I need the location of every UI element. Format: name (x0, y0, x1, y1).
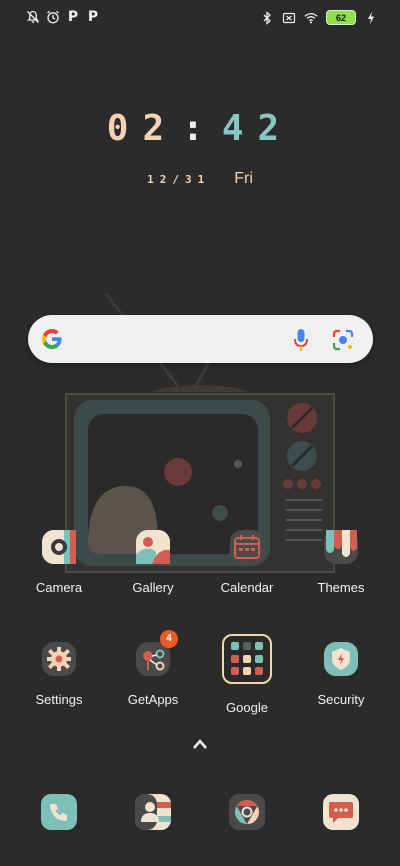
chrome-icon (229, 794, 265, 830)
settings-gear-icon (42, 642, 76, 676)
app-label-gallery: Gallery (132, 580, 174, 595)
app-label-camera: Camera (35, 580, 83, 595)
microphone-icon[interactable] (293, 328, 309, 352)
app-folder-google[interactable]: Google (202, 634, 292, 715)
google-folder-icon (222, 634, 272, 684)
dock-app-contacts[interactable] (108, 794, 198, 830)
app-settings[interactable]: Settings (14, 642, 104, 707)
notifications-off-icon (26, 10, 40, 24)
app-label-themes: Themes (317, 580, 365, 595)
google-logo-icon (42, 329, 62, 349)
app-label-security: Security (317, 692, 365, 707)
clock-widget[interactable]: 02 : 42 12/31 Fri (0, 108, 400, 187)
app-camera[interactable]: Camera (14, 530, 104, 595)
clock-hours: 02 (106, 108, 179, 149)
messages-icon (323, 794, 359, 830)
p-app-icon: P (67, 9, 79, 25)
dock-app-messages[interactable] (296, 794, 386, 830)
dock-app-chrome[interactable] (202, 794, 292, 830)
alarm-icon (46, 10, 60, 24)
app-calendar[interactable]: Calendar (202, 530, 292, 595)
sim-off-icon (282, 11, 296, 25)
app-label-google: Google (226, 700, 268, 715)
app-security[interactable]: Security (296, 642, 386, 707)
app-themes[interactable]: Themes (296, 530, 386, 595)
calendar-icon (230, 530, 264, 564)
status-bar: P P 62 (0, 0, 400, 36)
getapps-icon: 4 (136, 630, 178, 676)
clock-date: 12/31 (147, 173, 211, 186)
security-shield-icon (324, 642, 358, 676)
clock-time: 02 : 42 (0, 108, 400, 149)
contacts-icon (135, 794, 171, 830)
battery-indicator: 62 (326, 10, 356, 25)
google-search-bar[interactable] (28, 315, 373, 363)
clock-separator: : (182, 108, 218, 149)
p-app-icon: P (87, 9, 99, 25)
google-lens-icon[interactable] (331, 328, 355, 352)
camera-icon (42, 530, 76, 564)
themes-icon (324, 530, 358, 564)
bluetooth-icon (260, 10, 274, 25)
charging-icon (364, 11, 378, 25)
status-bar-right: 62 (260, 10, 378, 25)
app-label-getapps: GetApps (127, 692, 179, 707)
dock-app-phone[interactable] (14, 794, 104, 830)
clock-weekday: Fri (234, 170, 253, 187)
app-drawer-chevron-up-icon[interactable] (192, 738, 208, 750)
clock-minutes: 42 (221, 108, 294, 149)
phone-icon (41, 794, 77, 830)
app-label-settings: Settings (35, 692, 83, 707)
app-gallery[interactable]: Gallery (108, 530, 198, 595)
gallery-icon (136, 530, 170, 564)
notification-badge: 4 (160, 630, 178, 648)
app-label-calendar: Calendar (220, 580, 274, 595)
status-bar-left: P P (26, 10, 100, 24)
wifi-icon (304, 11, 318, 25)
clock-date-row: 12/31 Fri (0, 170, 400, 188)
app-getapps[interactable]: 4 GetApps (108, 630, 198, 707)
